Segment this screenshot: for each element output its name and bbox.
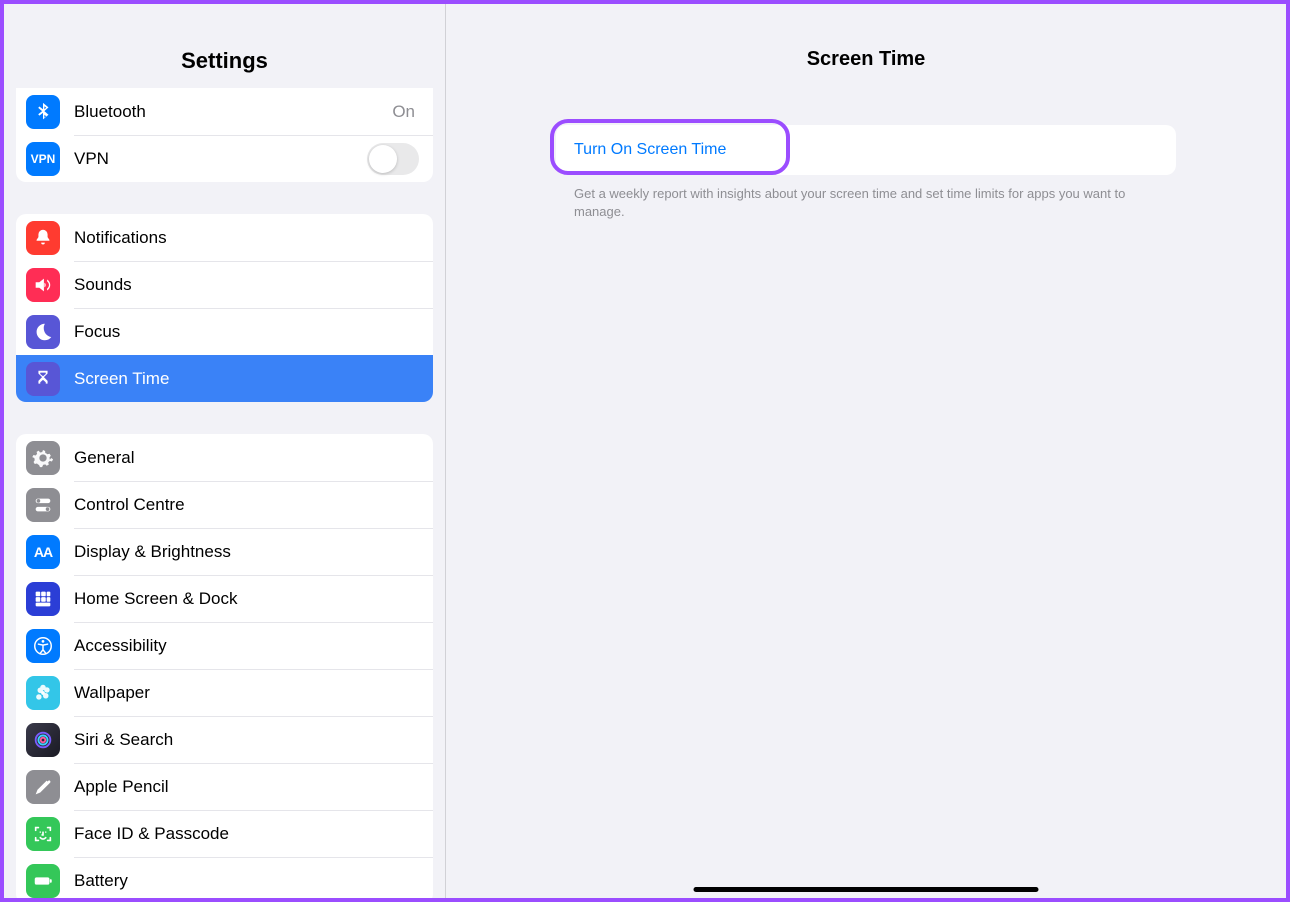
- sidebar-item-faceid[interactable]: Face ID & Passcode: [16, 810, 433, 857]
- faceid-icon: [26, 817, 60, 851]
- sidebar-item-general[interactable]: General: [16, 434, 433, 481]
- sidebar-item-screen-time[interactable]: Screen Time: [16, 355, 433, 402]
- battery-row-icon: [26, 864, 60, 898]
- sidebar-item-label: Screen Time: [74, 369, 419, 389]
- sidebar-item-label: Battery: [74, 871, 419, 891]
- sidebar-item-label: Control Centre: [74, 495, 419, 515]
- sidebar-item-label: Notifications: [74, 228, 419, 248]
- gear-icon: [26, 441, 60, 475]
- sidebar-item-label: Home Screen & Dock: [74, 589, 419, 609]
- sidebar-item-display[interactable]: AA Display & Brightness: [16, 528, 433, 575]
- sidebar-item-label: Apple Pencil: [74, 777, 419, 797]
- sidebar-item-apple-pencil[interactable]: Apple Pencil: [16, 763, 433, 810]
- textsize-icon: AA: [26, 535, 60, 569]
- sidebar-item-label: Sounds: [74, 275, 419, 295]
- detail-footer-note: Get a weekly report with insights about …: [556, 175, 1176, 221]
- sidebar-item-accessibility[interactable]: Accessibility: [16, 622, 433, 669]
- sidebar-item-label: VPN: [74, 149, 367, 169]
- sidebar-item-battery[interactable]: Battery: [16, 857, 433, 898]
- sidebar-item-control-centre[interactable]: Control Centre: [16, 481, 433, 528]
- sidebar-item-home-screen[interactable]: Home Screen & Dock: [16, 575, 433, 622]
- sidebar-item-label: Accessibility: [74, 636, 419, 656]
- sidebar-item-label: Siri & Search: [74, 730, 419, 750]
- app-grid-icon: [26, 582, 60, 616]
- sidebar-item-label: Bluetooth: [74, 102, 392, 122]
- settings-sidebar: Settings Bluetooth On VPN VPN: [4, 4, 446, 898]
- bluetooth-value: On: [392, 102, 415, 122]
- sidebar-group-general: General Control Centre AA Display & Brig…: [16, 434, 433, 898]
- sidebar-title: Settings: [4, 34, 445, 88]
- sidebar-item-focus[interactable]: Focus: [16, 308, 433, 355]
- turn-on-screen-time-button[interactable]: Turn On Screen Time: [556, 125, 1176, 175]
- home-indicator[interactable]: [694, 887, 1039, 892]
- sidebar-item-siri-search[interactable]: Siri & Search: [16, 716, 433, 763]
- sidebar-item-label: Wallpaper: [74, 683, 419, 703]
- moon-icon: [26, 315, 60, 349]
- pencil-icon: [26, 770, 60, 804]
- detail-title: Screen Time: [446, 34, 1286, 85]
- siri-icon: [26, 723, 60, 757]
- toggles-icon: [26, 488, 60, 522]
- vpn-icon: VPN: [26, 142, 60, 176]
- flower-icon: [26, 676, 60, 710]
- turn-on-card: Turn On Screen Time: [556, 125, 1176, 175]
- vpn-toggle[interactable]: [367, 143, 419, 175]
- bluetooth-icon: [26, 95, 60, 129]
- sidebar-item-bluetooth[interactable]: Bluetooth On: [16, 88, 433, 135]
- sidebar-item-label: Face ID & Passcode: [74, 824, 419, 844]
- sidebar-item-label: Display & Brightness: [74, 542, 419, 562]
- sidebar-group-alerts: Notifications Sounds Focus: [16, 214, 433, 402]
- bell-icon: [26, 221, 60, 255]
- sidebar-item-notifications[interactable]: Notifications: [16, 214, 433, 261]
- sidebar-group-connectivity: Bluetooth On VPN VPN: [16, 88, 433, 182]
- accessibility-icon: [26, 629, 60, 663]
- sidebar-item-label: Focus: [74, 322, 419, 342]
- sidebar-item-sounds[interactable]: Sounds: [16, 261, 433, 308]
- speaker-icon: [26, 268, 60, 302]
- sidebar-item-wallpaper[interactable]: Wallpaper: [16, 669, 433, 716]
- sidebar-item-vpn[interactable]: VPN VPN: [16, 135, 433, 182]
- hourglass-icon: [26, 362, 60, 396]
- detail-pane: Screen Time Turn On Screen Time Get a we…: [446, 4, 1286, 898]
- sidebar-item-label: General: [74, 448, 419, 468]
